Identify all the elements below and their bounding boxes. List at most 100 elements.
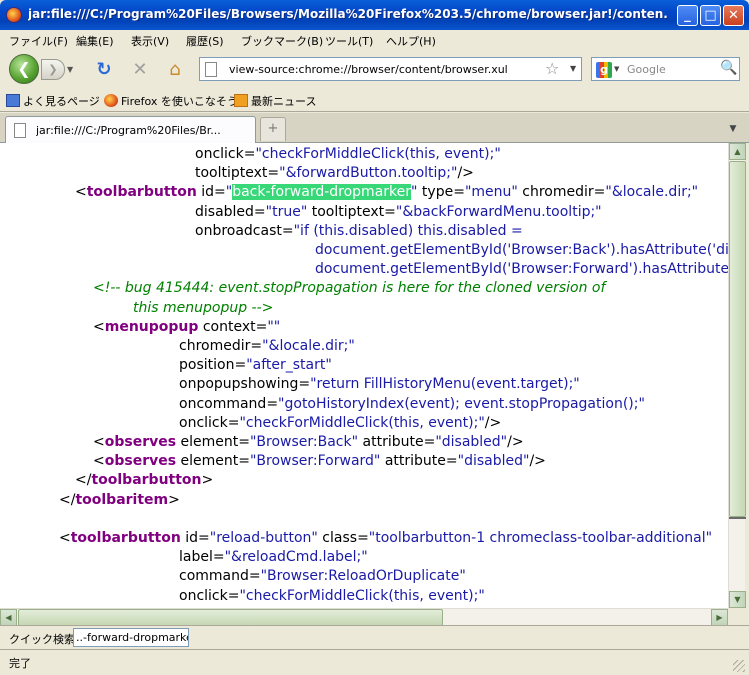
maximize-button[interactable]: □ [700, 5, 721, 26]
source-token: "disabled" [457, 453, 530, 470]
source-line: this menupopup --> [133, 299, 273, 318]
source-token: tooltiptext= [195, 165, 280, 182]
source-token: onclick= [179, 414, 240, 431]
scroll-left-icon[interactable]: ◀ [0, 609, 17, 626]
source-token: > [201, 472, 214, 489]
source-line: <!-- bug 415444: event.stopPropagation i… [93, 279, 605, 298]
tab-browser-xul[interactable]: jar:file:///C:/Program%20Files/Br... [5, 116, 256, 143]
forward-button[interactable]: ❯ [41, 59, 65, 80]
source-line: document.getElementById('Browser:Forward… [315, 260, 728, 279]
close-button[interactable]: ✕ [723, 5, 744, 26]
reload-icon[interactable]: ↻ [94, 60, 114, 80]
page-icon [14, 123, 26, 138]
horizontal-scroll-thumb[interactable] [18, 609, 443, 626]
scroll-right-icon[interactable]: ▶ [711, 609, 728, 626]
search-bar[interactable]: g ▼ Google 🔍 [591, 57, 740, 81]
source-token: menupopup [104, 318, 199, 335]
source-line: disabled="true" tooltiptext="&backForwar… [195, 203, 602, 222]
url-bar[interactable]: view-source:chrome://browser/content/bro… [199, 57, 582, 81]
resize-grip-icon[interactable] [733, 660, 745, 672]
quick-find-input[interactable]: ..-forward-dropmarker [73, 628, 189, 647]
scroll-down-icon[interactable]: ▼ [729, 591, 746, 608]
source-view[interactable]: onclick="checkForMiddleClick(this, event… [0, 143, 728, 608]
source-token: "Browser:Back" [249, 434, 359, 450]
firefox-icon [104, 94, 118, 107]
vertical-scroll-thumb[interactable] [729, 161, 746, 517]
source-line: label="&reloadCmd.label;" [179, 548, 368, 567]
source-token: observes [104, 453, 177, 470]
source-line: <toolbarbutton id="back-forward-dropmark… [75, 183, 698, 202]
source-token: position= [179, 357, 247, 374]
source-token: < [59, 530, 71, 546]
rss-icon [234, 94, 248, 107]
source-line: onclick="checkForMiddleClick(this, event… [179, 414, 501, 433]
url-text[interactable]: view-source:chrome://browser/content/bro… [229, 63, 508, 76]
new-tab-button[interactable]: + [260, 117, 286, 141]
source-line: chromedir="&locale.dir;" [179, 337, 355, 356]
url-dropdown-icon[interactable]: ▼ [570, 64, 576, 73]
tab-label: jar:file:///C:/Program%20Files/Br... [36, 124, 221, 137]
search-input[interactable]: Google [627, 63, 666, 76]
source-token: "&reloadCmd.label;" [224, 549, 368, 566]
source-token: "" [267, 318, 281, 335]
menu-bookmarks[interactable]: ブックマーク(B) [241, 33, 323, 49]
source-token: context= [198, 318, 268, 335]
tab-list-icon[interactable]: ▼ [721, 117, 745, 141]
source-token: oncommand= [179, 395, 279, 412]
bookmarks-toolbar: よく見るページ Firefox を使いこなそう 最新ニュース [0, 88, 749, 112]
source-line: onpopupshowing="return FillHistoryMenu(e… [179, 375, 580, 394]
bookmark-star-icon[interactable]: ☆ [545, 59, 559, 78]
bookmark-most-visited[interactable]: よく見るページ [6, 93, 100, 109]
menu-view[interactable]: 表示(V) [131, 33, 169, 49]
google-icon[interactable]: g [596, 62, 612, 78]
bookmark-label: 最新ニュース [251, 95, 317, 108]
status-bar: 完了 [0, 649, 749, 675]
stop-icon[interactable]: ✕ [130, 60, 150, 80]
back-button[interactable]: ❮ [9, 54, 39, 84]
source-token: attribute= [380, 453, 458, 470]
home-icon[interactable]: ⌂ [165, 60, 185, 80]
source-token: document.getElementById('Browser:Back').… [315, 242, 728, 258]
scroll-up-icon[interactable]: ▲ [729, 143, 746, 160]
bookmark-latest-news[interactable]: 最新ニュース [234, 93, 316, 109]
source-line: onclick="checkForMiddleClick(this, event… [195, 145, 501, 164]
firefox-icon[interactable] [6, 7, 22, 23]
bookmark-label: よく見るページ [23, 95, 100, 108]
source-token: onclick= [179, 587, 240, 604]
search-icon[interactable]: 🔍 [720, 60, 737, 76]
source-token: chromedir= [179, 338, 263, 354]
menu-history[interactable]: 履歴(S) [186, 33, 224, 49]
source-token: element= [176, 434, 250, 450]
vertical-scrollbar[interactable]: ▲ ▼ [728, 143, 746, 608]
source-token: < [75, 184, 87, 201]
source-token: this menupopup --> [133, 299, 274, 316]
source-token: /> [484, 414, 502, 431]
history-dropdown-icon[interactable]: ▼ [67, 59, 81, 80]
quick-find-bar: クイック検索: ..-forward-dropmarker [0, 625, 749, 649]
source-line: command="Browser:ReloadOrDuplicate" [179, 567, 466, 586]
source-token: element= [176, 453, 250, 470]
source-token: "gotoHistoryIndex(event); event.stopProp… [278, 395, 645, 412]
source-line: <menupopup context="" [93, 318, 280, 337]
source-token: toolbarbutton [86, 184, 197, 201]
source-token: label= [179, 549, 225, 566]
minimize-button[interactable]: _ [677, 5, 698, 26]
menu-edit[interactable]: 編集(E) [76, 33, 114, 49]
title-bar[interactable]: jar:file:///C:/Program%20Files/Browsers/… [0, 0, 749, 30]
source-line: oncommand="gotoHistoryIndex(event); even… [179, 395, 645, 414]
menu-help[interactable]: ヘルプ(H) [386, 33, 436, 49]
source-token: < [93, 453, 105, 470]
source-token: disabled= [195, 203, 266, 220]
find-marker [729, 517, 746, 519]
back-forward-group: ❮ ❯ ▼ [9, 54, 83, 84]
menu-file[interactable]: ファイル(F) [9, 33, 68, 49]
search-engine-dropdown-icon[interactable]: ▼ [614, 65, 619, 73]
source-token: onclick= [195, 146, 256, 162]
source-line: onclick="checkForMiddleClick(this, event… [179, 587, 485, 606]
source-token: /> [529, 453, 546, 470]
source-token: id= [196, 184, 226, 201]
bookmark-getting-started[interactable]: Firefox を使いこなそう [104, 93, 238, 109]
horizontal-scrollbar[interactable]: ◀ ▶ [0, 608, 745, 626]
menu-tools[interactable]: ツール(T) [325, 33, 373, 49]
source-line: onbroadcast="if (this.disabled) this.dis… [195, 222, 523, 241]
